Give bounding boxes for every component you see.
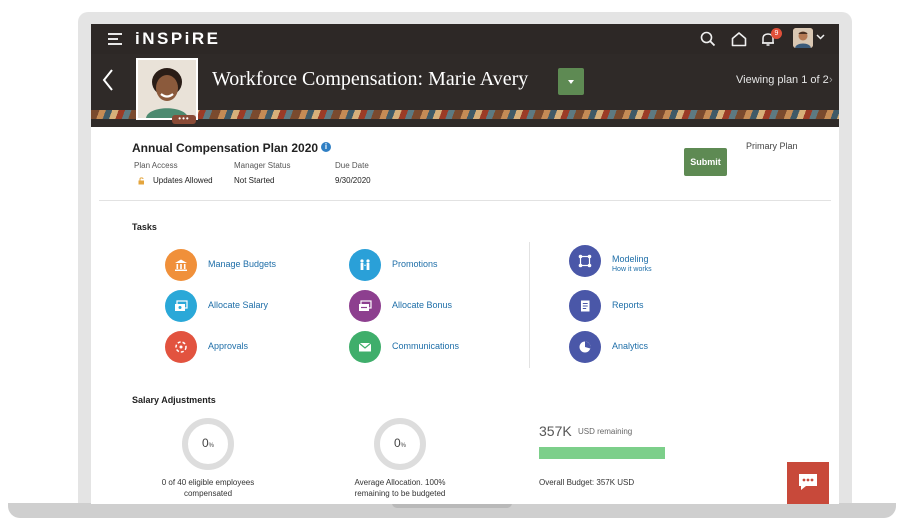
due-date-value: 9/30/2020 — [335, 176, 371, 185]
header-decorative-pattern — [91, 110, 839, 119]
plan-access-label: Plan Access — [134, 161, 178, 170]
gauge-value: 0% — [201, 436, 215, 450]
task-icon-circle — [569, 331, 601, 363]
plan-access-value: Updates Allowed — [153, 176, 213, 185]
task-icon-circle — [349, 249, 381, 281]
task-icon-circle — [165, 290, 197, 322]
section-divider — [99, 200, 831, 201]
unlock-icon — [138, 177, 144, 185]
chevron-down-icon[interactable] — [816, 33, 825, 41]
gauge-caption: Average Allocation. 100% remaining to be … — [354, 478, 446, 498]
app-screen: iNSPiRE 9 ••• Workforce Compensation: Ma… — [91, 24, 839, 504]
menu-icon[interactable] — [108, 33, 122, 45]
page-title: Workforce Compensation: Marie Avery — [212, 68, 529, 90]
task-label[interactable]: Analytics — [612, 341, 648, 351]
app-logo[interactable]: iNSPiRE — [135, 29, 221, 49]
profile-more-button[interactable]: ••• — [172, 115, 196, 124]
home-icon[interactable] — [730, 30, 748, 48]
bonus-icon — [359, 300, 372, 311]
budget-progress-bar — [539, 447, 665, 459]
salary-adjustments-heading: Salary Adjustments — [132, 395, 216, 405]
task-icon-circle — [349, 331, 381, 363]
task-icon-circle — [165, 331, 197, 363]
next-plan-chevron[interactable]: › — [829, 74, 833, 86]
budget-progress-fill — [539, 447, 665, 459]
tasks-heading: Tasks — [132, 222, 157, 232]
reports-icon — [581, 300, 590, 312]
task-label[interactable]: Allocate Bonus — [392, 300, 452, 310]
due-date-label: Due Date — [335, 161, 369, 170]
task-label[interactable]: Manage Budgets — [208, 259, 276, 269]
remaining-amount: 357K — [539, 423, 572, 439]
user-avatar[interactable] — [793, 28, 813, 48]
info-icon[interactable]: i — [321, 142, 331, 152]
top-navigation-bar: iNSPiRE 9 — [91, 24, 839, 54]
title-dropdown-button[interactable] — [558, 68, 584, 95]
how-it-works-link[interactable]: How it works — [612, 266, 652, 273]
salary-icon — [175, 300, 188, 311]
notification-badge: 9 — [771, 28, 782, 39]
approvals-icon — [175, 341, 187, 353]
tasks-column-divider — [529, 242, 530, 368]
promotions-icon — [360, 259, 370, 270]
profile-photo — [136, 58, 198, 120]
manager-status-value: Not Started — [234, 176, 275, 185]
task-label[interactable]: Communications — [392, 341, 459, 351]
task-icon-circle — [165, 249, 197, 281]
search-icon[interactable] — [699, 30, 717, 48]
gauge-caption: 0 of 40 eligible employees compensated — [161, 478, 255, 498]
bank-icon — [175, 259, 187, 271]
task-label[interactable]: Approvals — [208, 341, 248, 351]
plan-title: Annual Compensation Plan 2020 — [132, 141, 319, 155]
modeling-icon — [578, 254, 592, 268]
back-chevron-icon[interactable] — [101, 68, 115, 92]
gauge-value: 0% — [393, 436, 407, 450]
task-label[interactable]: Reports — [612, 300, 644, 310]
plan-pager-text: Viewing plan 1 of 2 — [736, 74, 829, 86]
overall-budget-text: Overall Budget: 357K USD — [539, 478, 635, 487]
analytics-icon — [579, 341, 591, 353]
task-label[interactable]: Modeling — [612, 254, 649, 264]
task-icon-circle — [349, 290, 381, 322]
primary-plan-label: Primary Plan — [746, 141, 798, 151]
chat-icon — [799, 474, 817, 490]
task-label[interactable]: Allocate Salary — [208, 300, 268, 310]
envelope-icon — [358, 342, 372, 352]
manager-status-label: Manager Status — [234, 161, 291, 170]
task-label[interactable]: Promotions — [392, 259, 438, 269]
chat-button[interactable] — [787, 462, 829, 504]
task-icon-circle — [569, 245, 601, 277]
submit-button[interactable]: Submit — [684, 148, 727, 176]
task-icon-circle — [569, 290, 601, 322]
remaining-unit: USD remaining — [578, 427, 633, 436]
